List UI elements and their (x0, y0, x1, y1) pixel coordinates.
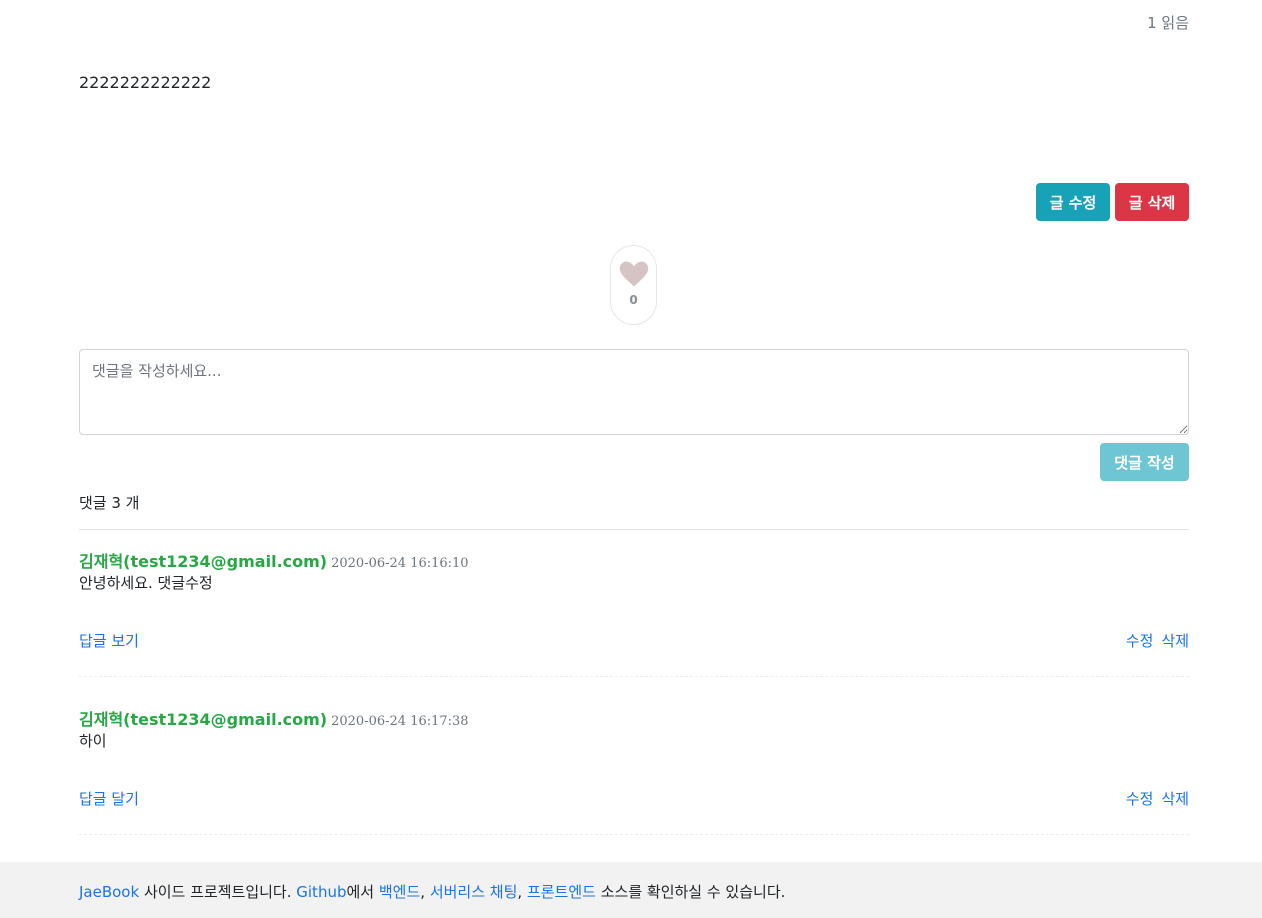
backend-link[interactable]: 백엔드 (379, 883, 420, 901)
divider (79, 529, 1189, 530)
comment-meta: 김재혁(test1234@gmail.com) 2020-06-24 16:17:… (79, 706, 469, 730)
comment-author: 김재혁(test1234@gmail.com) (79, 552, 328, 571)
comment-input[interactable] (79, 349, 1189, 435)
delete-comment-link[interactable]: 삭제 (1161, 630, 1189, 651)
write-reply-link[interactable]: 답글 달기 (79, 788, 139, 809)
post-actions: 글 수정 글 삭제 (1036, 183, 1189, 221)
brand-link[interactable]: JaeBook (79, 883, 139, 901)
like-count: 0 (629, 293, 638, 307)
serverless-chat-link[interactable]: 서버리스 채팅 (430, 883, 518, 901)
comment-author: 김재혁(test1234@gmail.com) (79, 710, 328, 729)
view-count: 1 읽음 (1147, 14, 1189, 32)
comment-date: 2020-06-24 16:17:38 (331, 714, 469, 729)
like-button[interactable]: 0 (610, 245, 657, 325)
comment-count: 댓글 3 개 (79, 494, 140, 512)
footer-text: JaeBook 사이드 프로젝트입니다. Github에서 백엔드, 서버리스 … (79, 881, 785, 902)
edit-post-button[interactable]: 글 수정 (1036, 183, 1110, 221)
comment-text: 하이 (79, 732, 107, 750)
footer-comma-1: , (420, 883, 430, 901)
edit-comment-link[interactable]: 수정 (1126, 788, 1154, 809)
heart-icon (619, 261, 648, 287)
footer-comma-2: , (517, 883, 527, 901)
edit-comment-link[interactable]: 수정 (1126, 630, 1154, 651)
footer: JaeBook 사이드 프로젝트입니다. Github에서 백엔드, 서버리스 … (0, 862, 1262, 918)
delete-post-button[interactable]: 글 삭제 (1115, 183, 1189, 221)
delete-comment-link[interactable]: 삭제 (1161, 788, 1189, 809)
comment-separator (79, 676, 1189, 677)
footer-text-1: 사이드 프로젝트입니다. (139, 883, 297, 901)
view-replies-link[interactable]: 답글 보기 (79, 630, 139, 651)
comment-text: 안녕하세요. 댓글수정 (79, 574, 213, 592)
comment-date: 2020-06-24 16:16:10 (331, 556, 469, 571)
github-link[interactable]: Github (296, 883, 346, 901)
comment-ops: 수정 삭제 (1126, 630, 1189, 651)
footer-text-2: 에서 (346, 883, 379, 901)
footer-text-3: 소스를 확인하실 수 있습니다. (595, 883, 786, 901)
comment-separator (79, 834, 1189, 835)
comment-meta: 김재혁(test1234@gmail.com) 2020-06-24 16:16:… (79, 548, 469, 572)
comment-ops: 수정 삭제 (1126, 788, 1189, 809)
post-body: 2222222222222 (79, 73, 212, 92)
submit-comment-button[interactable]: 댓글 작성 (1100, 443, 1189, 481)
frontend-link[interactable]: 프론트엔드 (527, 883, 596, 901)
